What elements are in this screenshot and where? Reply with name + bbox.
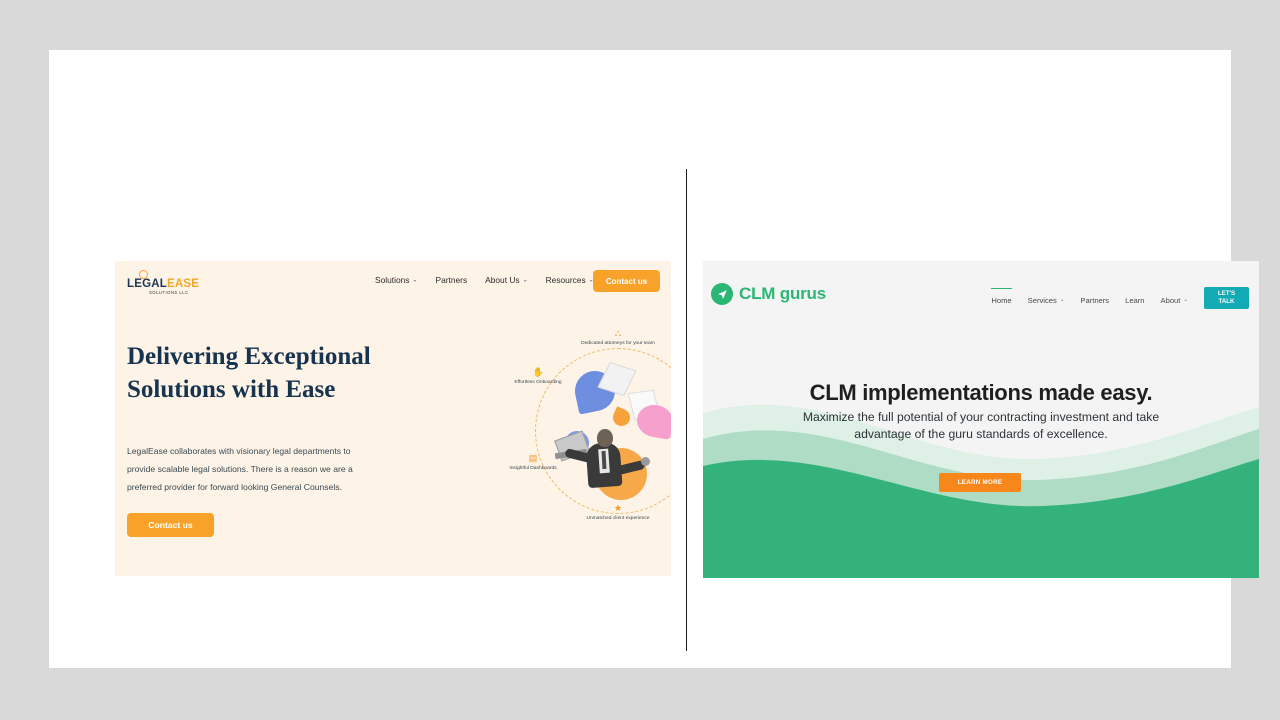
illustration-node-unmatched-client-experience: ★ Unmatched client experience	[578, 503, 658, 523]
hero-contact-us-button[interactable]: Contact us	[127, 513, 214, 537]
nav-label-partners: Partners	[435, 275, 468, 285]
legalease-header: LEGALEASE SOLUTIONS LLC Solutions ⌄ Part…	[115, 261, 671, 303]
illustration-node-label: Insightful Dashboards	[509, 466, 557, 471]
legalease-hero-illustration: ⛬ Dedicated attorneys for your team ✋ Ef…	[507, 323, 671, 568]
star-badge-icon: ★	[613, 503, 623, 513]
learn-more-button[interactable]: LEARN MORE	[939, 473, 1021, 492]
clmgurus-hero-subtitle: Maximize the full potential of your cont…	[802, 410, 1160, 441]
legalease-hero-body: LegalEase collaborates with visionary le…	[127, 445, 353, 492]
legalease-logo-wordmark: LEGALEASE	[127, 278, 199, 290]
logo-word-clm: CLM	[739, 284, 776, 303]
logo-word-gurus: gurus	[779, 284, 826, 303]
nav-label-about-us: About Us	[485, 275, 520, 285]
collage-figure-right-hand	[641, 457, 650, 466]
nav-label-partners: Partners	[1080, 295, 1110, 305]
nav-label-home: Home	[991, 295, 1012, 305]
nav-label-learn: Learn	[1125, 295, 1145, 305]
nav-label-resources: Resources	[545, 275, 586, 285]
illustration-node-dedicated-attorneys: ⛬ Dedicated attorneys for your team	[578, 328, 658, 348]
nav-item-resources[interactable]: Resources ⌄	[546, 275, 594, 285]
nav-item-services[interactable]: Services ⌄	[1028, 292, 1065, 305]
clmgurus-website-screenshot: CLM gurus Home Services ⌄ Partners Learn	[703, 261, 1259, 578]
logo-word-legal: LEGAL	[127, 278, 167, 290]
lets-talk-button[interactable]: LET'S TALK	[1204, 287, 1249, 309]
handshake-icon: ✋	[532, 367, 544, 377]
collage-figure-tie	[601, 450, 607, 470]
illustration-node-label: Effortless Onboarding	[514, 380, 562, 385]
dashboard-icon: ▤	[528, 453, 538, 463]
nav-item-home[interactable]: Home	[991, 287, 1012, 305]
people-group-icon: ⛬	[614, 328, 622, 338]
illustration-node-label: Dedicated attorneys for your team	[581, 341, 655, 346]
legalease-hero-heading: Delivering Exceptional Solutions with Ea…	[127, 342, 371, 404]
clmgurus-logo[interactable]: CLM gurus	[711, 283, 826, 305]
clmgurus-main-nav: Home Services ⌄ Partners Learn About ⌄ L…	[991, 287, 1249, 309]
illustration-node-effortless-onboarding: ✋ Effortless Onboarding	[498, 367, 578, 387]
nav-item-about-us[interactable]: About Us ⌄	[485, 275, 527, 285]
panel-divider	[686, 169, 687, 651]
nav-item-solutions[interactable]: Solutions ⌄	[375, 275, 417, 285]
legalease-website-screenshot: LEGALEASE SOLUTIONS LLC Solutions ⌄ Part…	[115, 261, 671, 576]
logo-word-ease: EASE	[166, 278, 200, 290]
document-sheet: LEGALEASE SOLUTIONS LLC Solutions ⌄ Part…	[49, 50, 1259, 668]
nav-item-partners[interactable]: Partners	[1080, 292, 1109, 305]
nav-item-about[interactable]: About ⌄	[1161, 292, 1188, 305]
nav-label-solutions: Solutions	[375, 275, 410, 285]
collage-figure-head	[597, 429, 613, 447]
lets-talk-line1: LET'S	[1217, 290, 1236, 297]
illustration-node-flexible-pricing: ▥ Flexible Pricing models	[659, 453, 671, 473]
nav-label-services: Services	[1027, 295, 1057, 305]
illustration-node-label: Unmatched client experience	[586, 516, 650, 521]
navigation-arrow-icon	[711, 283, 733, 305]
header-contact-us-button[interactable]: Contact us	[593, 270, 660, 292]
nav-label-about: About	[1160, 295, 1181, 305]
illustration-node-custom-legal-solutions: ✨ Custom legal solutions	[657, 367, 671, 387]
legalease-logo[interactable]: LEGALEASE SOLUTIONS LLC	[127, 270, 219, 296]
lets-talk-line2: TALK	[1218, 298, 1235, 305]
clmgurus-hero-title: CLM implementations made easy.	[809, 379, 1153, 405]
screenshot-canvas: LEGALEASE SOLUTIONS LLC Solutions ⌄ Part…	[0, 0, 1280, 720]
illustration-node-insightful-dashboards: ▤ Insightful Dashboards	[493, 453, 573, 473]
legalease-main-nav: Solutions ⌄ Partners About Us ⌄ Resource…	[375, 275, 594, 285]
legalease-logo-subtitle: SOLUTIONS LLC	[149, 290, 189, 295]
nav-item-learn[interactable]: Learn	[1125, 292, 1144, 305]
chevron-down-icon: ⌄	[1059, 297, 1065, 303]
clmgurus-logo-wordmark: CLM gurus	[739, 284, 826, 304]
chevron-down-icon: ⌄	[522, 277, 528, 283]
chevron-down-icon: ⌄	[1183, 297, 1188, 303]
nav-item-partners[interactable]: Partners	[435, 275, 467, 285]
chevron-down-icon: ⌄	[412, 277, 418, 283]
